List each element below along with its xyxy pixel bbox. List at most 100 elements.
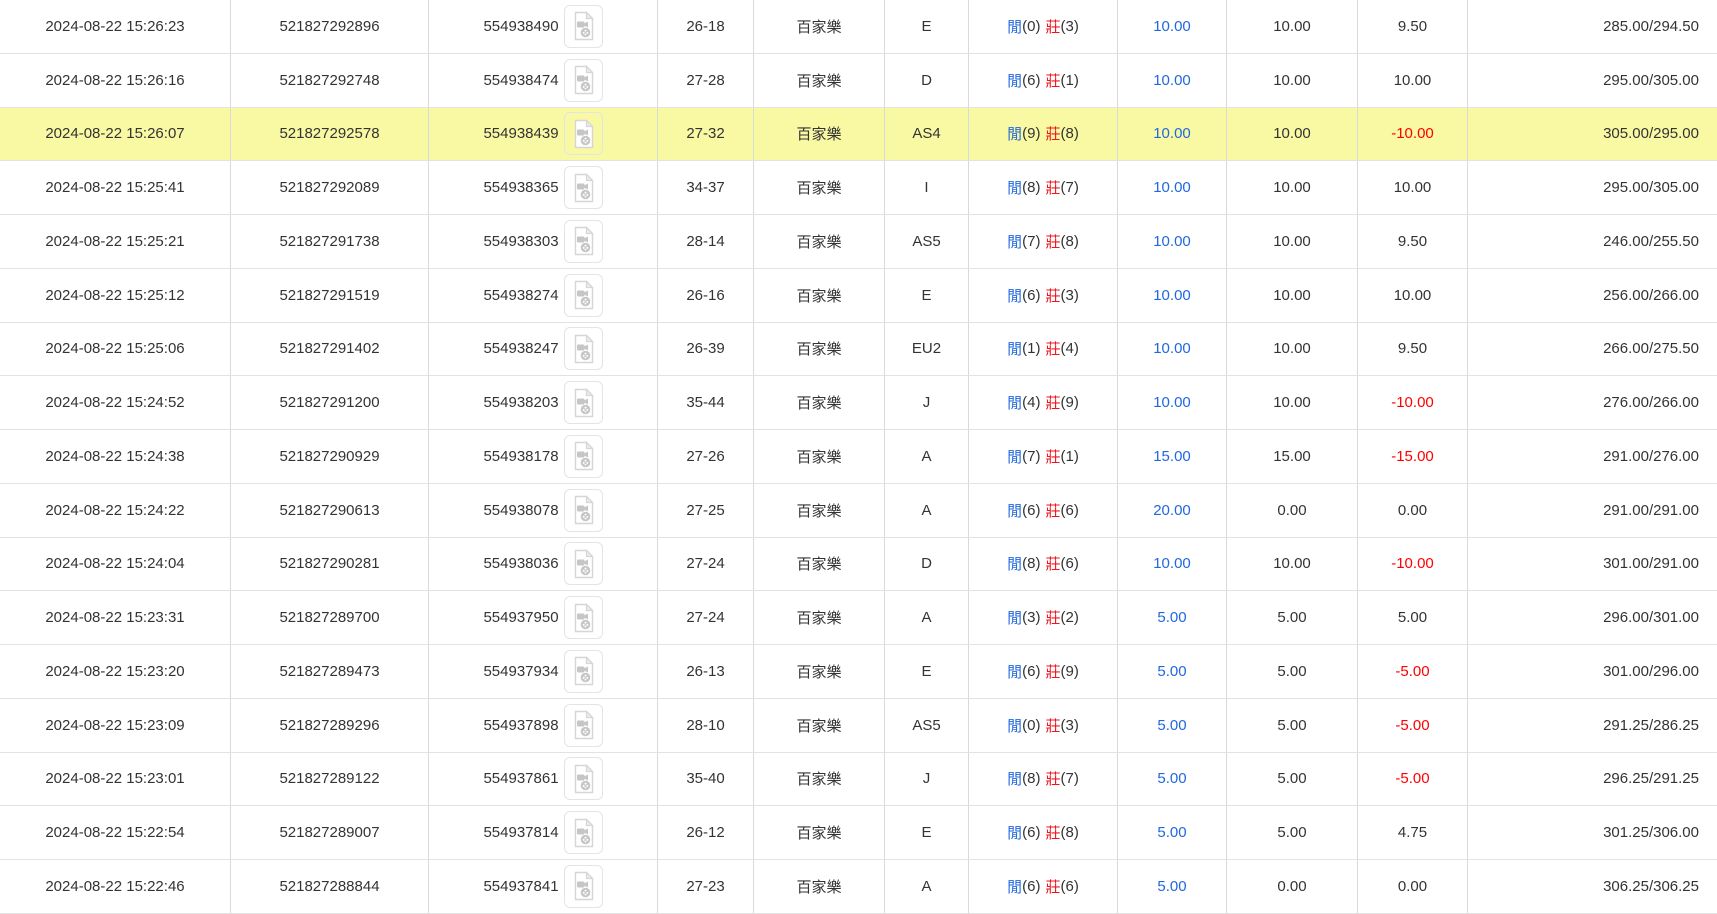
shoe-round: 35-44 <box>658 376 754 429</box>
balance-before-after: 246.00/255.50 <box>1468 215 1717 268</box>
order-id: 521827292089 <box>231 161 429 214</box>
video-replay-button[interactable] <box>564 381 603 424</box>
bet-amount: 10.00 <box>1118 0 1227 53</box>
valid-amount: 0.00 <box>1227 860 1358 913</box>
bet-amount: 5.00 <box>1118 591 1227 644</box>
banker-points: (6) <box>1061 502 1079 519</box>
video-replay-button[interactable] <box>564 166 603 209</box>
video-file-icon <box>571 11 596 41</box>
game-type: 百家樂 <box>754 753 885 806</box>
video-replay-button[interactable] <box>564 59 603 102</box>
order-id: 521827292896 <box>231 0 429 53</box>
game-type: 百家樂 <box>754 538 885 591</box>
table-code: A <box>885 591 969 644</box>
shoe-round: 27-25 <box>658 484 754 537</box>
table-row[interactable]: 2024-08-22 15:26:16 521827292748 5549384… <box>0 54 1717 108</box>
game-round-id: 554938178 <box>429 430 658 483</box>
shoe-round: 27-24 <box>658 538 754 591</box>
table-row[interactable]: 2024-08-22 15:26:07 521827292578 5549384… <box>0 108 1717 162</box>
table-row[interactable]: 2024-08-22 15:23:09 521827289296 5549378… <box>0 699 1717 753</box>
settle-time: 2024-08-22 15:26:23 <box>0 0 231 53</box>
player-label: 閒 <box>1007 446 1022 467</box>
table-row[interactable]: 2024-08-22 15:24:52 521827291200 5549382… <box>0 376 1717 430</box>
game-round-id: 554938274 <box>429 269 658 322</box>
settle-time: 2024-08-22 15:23:20 <box>0 645 231 698</box>
balance-before-after: 296.00/301.00 <box>1468 591 1717 644</box>
table-row[interactable]: 2024-08-22 15:25:06 521827291402 5549382… <box>0 323 1717 377</box>
video-replay-button[interactable] <box>564 542 603 585</box>
game-round-id: 554937898 <box>429 699 658 752</box>
game-result: 閒(6)莊(6) <box>969 484 1118 537</box>
settle-time: 2024-08-22 15:26:16 <box>0 54 231 107</box>
player-label: 閒 <box>1007 70 1022 91</box>
table-row[interactable]: 2024-08-22 15:22:46 521827288844 5549378… <box>0 860 1717 914</box>
table-code: E <box>885 806 969 859</box>
table-row[interactable]: 2024-08-22 15:22:54 521827289007 5549378… <box>0 806 1717 860</box>
bet-amount: 10.00 <box>1118 215 1227 268</box>
video-replay-button[interactable] <box>564 112 603 155</box>
video-replay-button[interactable] <box>564 757 603 800</box>
bet-amount: 5.00 <box>1118 645 1227 698</box>
table-row[interactable]: 2024-08-22 15:24:38 521827290929 5549381… <box>0 430 1717 484</box>
video-replay-button[interactable] <box>564 327 603 370</box>
video-replay-button[interactable] <box>564 274 603 317</box>
table-code: D <box>885 54 969 107</box>
valid-amount: 10.00 <box>1227 161 1358 214</box>
player-points: (7) <box>1022 233 1040 250</box>
player-label: 閒 <box>1007 16 1022 37</box>
game-round-id: 554937861 <box>429 753 658 806</box>
game-round-id: 554938203 <box>429 376 658 429</box>
video-replay-button[interactable] <box>564 704 603 747</box>
banker-label: 莊 <box>1046 768 1061 789</box>
video-file-icon <box>571 603 596 633</box>
win-loss-amount: -10.00 <box>1358 108 1468 161</box>
video-replay-button[interactable] <box>564 596 603 639</box>
video-replay-button[interactable] <box>564 489 603 532</box>
order-id: 521827289122 <box>231 753 429 806</box>
order-id: 521827291738 <box>231 215 429 268</box>
table-row[interactable]: 2024-08-22 15:23:01 521827289122 5549378… <box>0 753 1717 807</box>
table-code: E <box>885 269 969 322</box>
order-id: 521827290929 <box>231 430 429 483</box>
banker-points: (3) <box>1061 287 1079 304</box>
banker-label: 莊 <box>1046 446 1061 467</box>
game-result: 閒(1)莊(4) <box>969 323 1118 376</box>
bet-amount: 10.00 <box>1118 108 1227 161</box>
video-replay-button[interactable] <box>564 5 603 48</box>
table-row[interactable]: 2024-08-22 15:23:31 521827289700 5549379… <box>0 591 1717 645</box>
win-loss-amount: 4.75 <box>1358 806 1468 859</box>
valid-amount: 10.00 <box>1227 54 1358 107</box>
balance-before-after: 301.25/306.00 <box>1468 806 1717 859</box>
table-code: J <box>885 753 969 806</box>
video-replay-button[interactable] <box>564 650 603 693</box>
game-type: 百家樂 <box>754 54 885 107</box>
shoe-round: 26-12 <box>658 806 754 859</box>
video-replay-button[interactable] <box>564 220 603 263</box>
shoe-round: 34-37 <box>658 161 754 214</box>
video-replay-button[interactable] <box>564 811 603 854</box>
game-type: 百家樂 <box>754 806 885 859</box>
balance-before-after: 305.00/295.00 <box>1468 108 1717 161</box>
video-file-icon <box>571 280 596 310</box>
table-row[interactable]: 2024-08-22 15:24:04 521827290281 5549380… <box>0 538 1717 592</box>
table-row[interactable]: 2024-08-22 15:23:20 521827289473 5549379… <box>0 645 1717 699</box>
game-result: 閒(0)莊(3) <box>969 0 1118 53</box>
video-replay-button[interactable] <box>564 435 603 478</box>
table-code: A <box>885 430 969 483</box>
game-round-id: 554938036 <box>429 538 658 591</box>
balance-before-after: 301.00/291.00 <box>1468 538 1717 591</box>
table-row[interactable]: 2024-08-22 15:26:23 521827292896 5549384… <box>0 0 1717 54</box>
table-row[interactable]: 2024-08-22 15:25:41 521827292089 5549383… <box>0 161 1717 215</box>
bet-amount: 10.00 <box>1118 161 1227 214</box>
game-type: 百家樂 <box>754 591 885 644</box>
table-row[interactable]: 2024-08-22 15:25:12 521827291519 5549382… <box>0 269 1717 323</box>
settle-time: 2024-08-22 15:25:12 <box>0 269 231 322</box>
table-row[interactable]: 2024-08-22 15:25:21 521827291738 5549383… <box>0 215 1717 269</box>
valid-amount: 15.00 <box>1227 430 1358 483</box>
game-type: 百家樂 <box>754 376 885 429</box>
banker-points: (6) <box>1061 878 1079 895</box>
table-row[interactable]: 2024-08-22 15:24:22 521827290613 5549380… <box>0 484 1717 538</box>
table-code: D <box>885 538 969 591</box>
player-label: 閒 <box>1007 123 1022 144</box>
video-replay-button[interactable] <box>564 865 603 908</box>
